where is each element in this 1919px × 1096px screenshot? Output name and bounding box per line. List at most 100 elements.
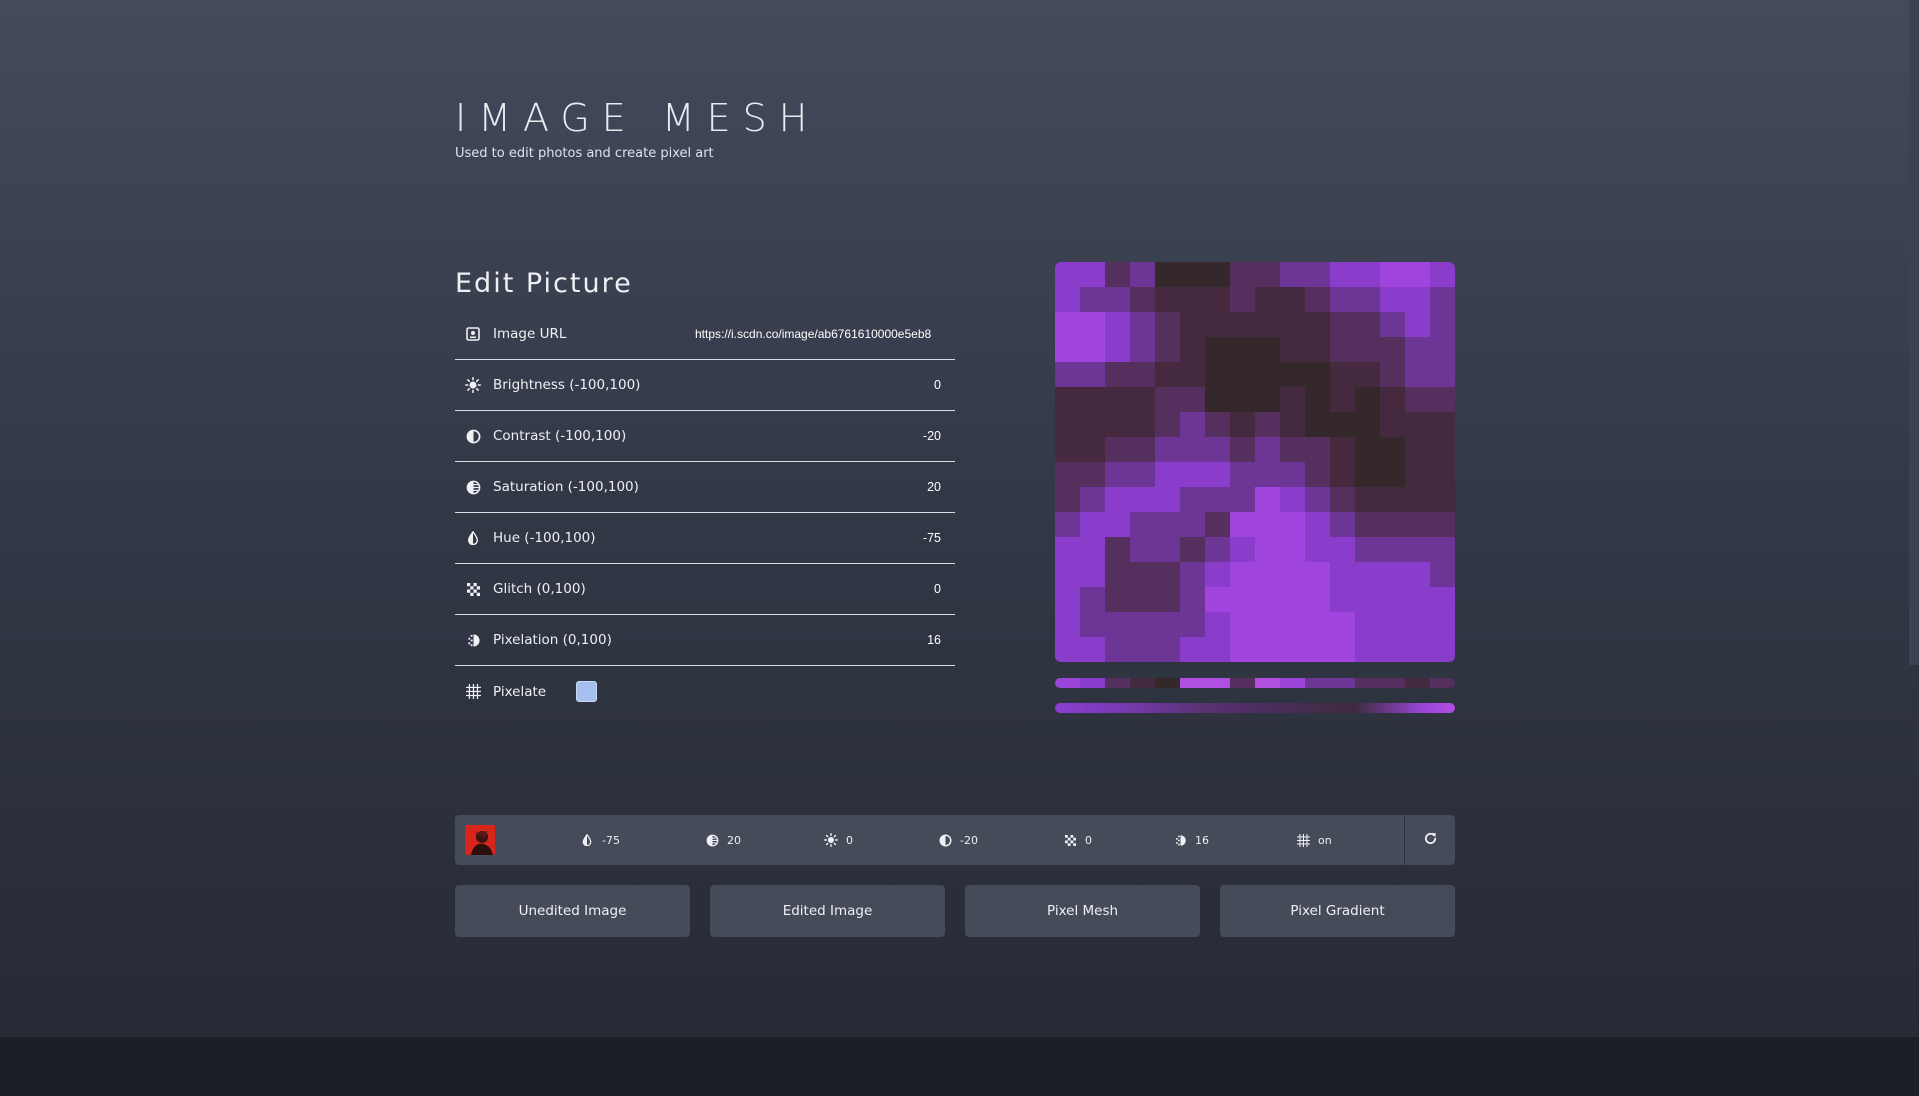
- field-glitch: Glitch (0,100) 0: [455, 564, 955, 615]
- thumbnail-image[interactable]: [465, 825, 495, 855]
- mesh-pixel: [1405, 512, 1430, 537]
- mesh-pixel: [1430, 637, 1455, 662]
- field-saturation: Saturation (-100,100) 20: [455, 462, 955, 513]
- mesh-pixel: [1055, 562, 1080, 587]
- edited-image-button[interactable]: Edited Image: [710, 885, 945, 937]
- page-title: IMAGE MESH: [455, 96, 820, 140]
- mesh-pixel: [1155, 462, 1180, 487]
- mesh-pixel: [1230, 587, 1255, 612]
- mesh-pixel: [1355, 287, 1380, 312]
- mesh-pixel: [1405, 562, 1430, 587]
- field-pixelation: Pixelation (0,100) 16: [455, 615, 955, 666]
- mesh-strip-cell: [1305, 678, 1330, 688]
- mesh-pixel: [1305, 362, 1330, 387]
- mesh-pixel: [1280, 512, 1305, 537]
- mesh-pixel: [1105, 637, 1130, 662]
- field-label: Brightness (-100,100): [493, 377, 641, 393]
- field-brightness: Brightness (-100,100) 0: [455, 360, 955, 411]
- mesh-pixel: [1230, 312, 1255, 337]
- mesh-pixel: [1280, 387, 1305, 412]
- mesh-pixel: [1180, 387, 1205, 412]
- mesh-pixel: [1355, 262, 1380, 287]
- image-url-input[interactable]: https://i.scdn.co/image/ab6761610000e5eb…: [695, 327, 941, 341]
- mesh-pixel: [1430, 312, 1455, 337]
- mesh-pixel: [1280, 337, 1305, 362]
- mesh-pixel: [1430, 462, 1455, 487]
- mesh-pixel: [1380, 487, 1405, 512]
- mesh-pixel: [1080, 537, 1105, 562]
- mesh-strip-cell: [1280, 678, 1305, 688]
- mesh-strip-cell: [1155, 678, 1180, 688]
- mesh-pixel: [1280, 487, 1305, 512]
- mesh-pixel: [1205, 337, 1230, 362]
- mesh-pixel: [1130, 462, 1155, 487]
- mesh-pixel: [1205, 287, 1230, 312]
- mesh-pixel: [1380, 612, 1405, 637]
- pixel-mesh-preview: [1055, 262, 1455, 662]
- stat-contrast: -20: [938, 815, 978, 865]
- mesh-pixel: [1130, 387, 1155, 412]
- contrast-input[interactable]: -20: [923, 429, 941, 443]
- mesh-pixel: [1105, 537, 1130, 562]
- mesh-pixel: [1330, 612, 1355, 637]
- mesh-pixel: [1105, 612, 1130, 637]
- mesh-pixel: [1280, 537, 1305, 562]
- field-contrast: Contrast (-100,100) -20: [455, 411, 955, 462]
- mesh-pixel: [1405, 637, 1430, 662]
- mesh-pixel: [1355, 412, 1380, 437]
- mesh-pixel: [1305, 337, 1330, 362]
- stat-value: -75: [602, 833, 620, 847]
- mesh-pixel: [1280, 562, 1305, 587]
- mesh-pixel: [1355, 537, 1380, 562]
- mesh-pixel: [1130, 312, 1155, 337]
- mesh-pixel: [1055, 462, 1080, 487]
- pixelation-icon: [1173, 833, 1187, 847]
- mesh-pixel: [1255, 262, 1280, 287]
- mesh-pixel: [1255, 487, 1280, 512]
- summary-bar: -75 20 0 -20 0 16 on: [455, 815, 1455, 865]
- hue-icon: [465, 530, 481, 546]
- mesh-pixel: [1205, 437, 1230, 462]
- mesh-pixel: [1405, 537, 1430, 562]
- checker-icon: [465, 581, 481, 597]
- mesh-pixel: [1055, 412, 1080, 437]
- mesh-pixel: [1330, 512, 1355, 537]
- pixel-gradient-button[interactable]: Pixel Gradient: [1220, 885, 1455, 937]
- mesh-pixel: [1355, 437, 1380, 462]
- mesh-pixel: [1355, 587, 1380, 612]
- hue-input[interactable]: -75: [923, 531, 941, 545]
- mesh-pixel: [1305, 487, 1330, 512]
- mesh-pixel: [1305, 637, 1330, 662]
- brightness-input[interactable]: 0: [934, 378, 941, 392]
- mesh-pixel: [1130, 587, 1155, 612]
- saturation-input[interactable]: 20: [927, 480, 941, 494]
- unedited-image-button[interactable]: Unedited Image: [455, 885, 690, 937]
- mesh-pixel: [1230, 412, 1255, 437]
- mesh-pixel: [1155, 587, 1180, 612]
- edit-fields: Image URL https://i.scdn.co/image/ab6761…: [455, 309, 955, 717]
- mesh-pixel: [1430, 437, 1455, 462]
- mesh-pixel: [1080, 487, 1105, 512]
- mesh-pixel: [1255, 587, 1280, 612]
- mesh-pixel: [1205, 312, 1230, 337]
- mesh-pixel: [1330, 587, 1355, 612]
- refresh-button[interactable]: [1405, 815, 1455, 865]
- mesh-pixel: [1255, 612, 1280, 637]
- mesh-pixel: [1205, 487, 1230, 512]
- mesh-strip-cell: [1255, 678, 1280, 688]
- scrollbar-thumb[interactable]: [1909, 0, 1919, 665]
- mesh-pixel: [1180, 312, 1205, 337]
- mesh-pixel: [1105, 262, 1130, 287]
- pixelate-checkbox[interactable]: [576, 681, 598, 702]
- mesh-pixel: [1255, 312, 1280, 337]
- mesh-pixel: [1130, 287, 1155, 312]
- glitch-input[interactable]: 0: [934, 582, 941, 596]
- pixelation-input[interactable]: 16: [927, 633, 941, 647]
- mesh-pixel: [1405, 337, 1430, 362]
- pixel-mesh-button[interactable]: Pixel Mesh: [965, 885, 1200, 937]
- mesh-pixel: [1355, 387, 1380, 412]
- mesh-pixel: [1355, 312, 1380, 337]
- stat-value: 0: [1085, 833, 1092, 847]
- mesh-pixel: [1430, 587, 1455, 612]
- mesh-pixel: [1180, 587, 1205, 612]
